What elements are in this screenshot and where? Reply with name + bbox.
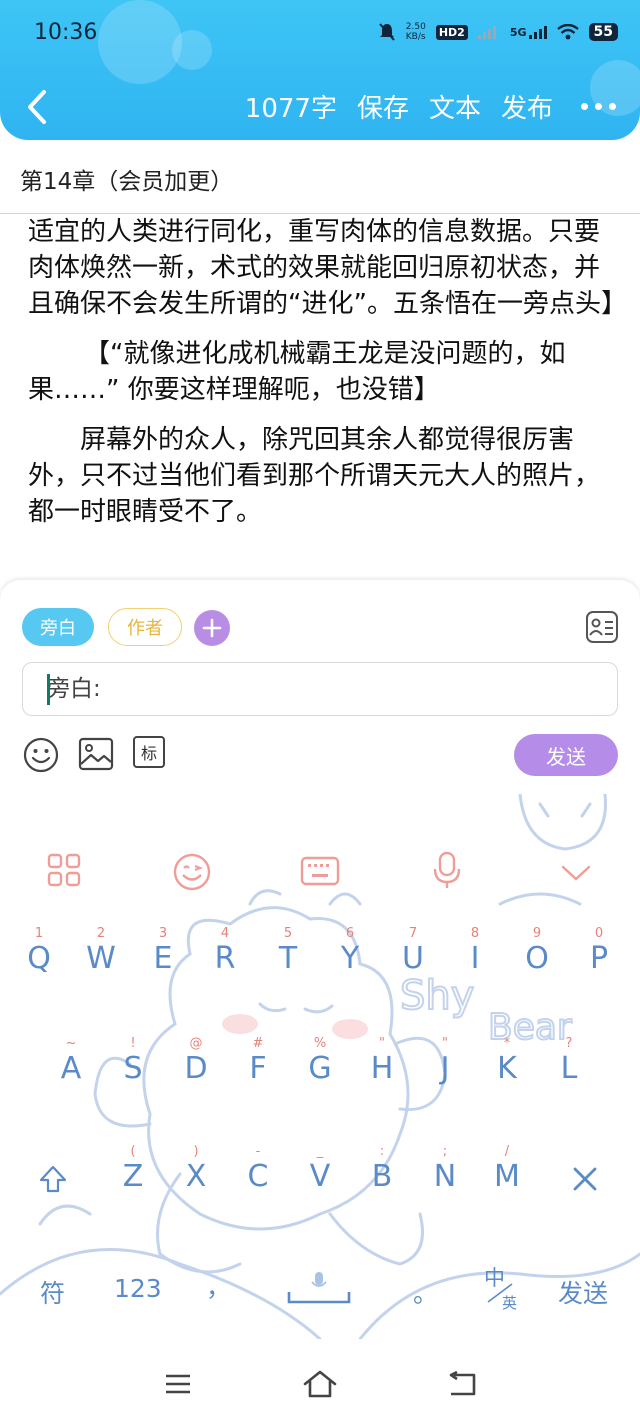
numbers-key[interactable]: 123 [114, 1274, 162, 1303]
system-nav-bar [0, 1339, 640, 1423]
key-v[interactable]: _ V [288, 1144, 352, 1194]
home-icon[interactable] [302, 1369, 338, 1399]
key-x[interactable]: ) X [164, 1144, 228, 1194]
net-speed-value: 2.50 [405, 22, 426, 32]
emoji-keyboard-icon[interactable] [172, 852, 212, 892]
header-actions: 1077字 保存 文本 发布 [245, 88, 616, 125]
key-y[interactable]: 6Y [318, 926, 382, 976]
key-n[interactable]: ; N [413, 1144, 477, 1194]
net-speed-unit: KB/s [405, 32, 426, 42]
add-role-button[interactable] [194, 610, 230, 646]
key-a[interactable]: ~ A [39, 1036, 103, 1086]
collapse-keyboard-icon[interactable] [560, 864, 592, 882]
role-author-chip[interactable]: 作者 [108, 608, 182, 646]
dialogue-editor: 旁白 作者 旁白: 标 发送 [0, 580, 640, 794]
key-s[interactable]: ! S [101, 1036, 165, 1086]
publish-button[interactable]: 发布 [501, 88, 553, 125]
microphone-icon[interactable] [432, 850, 462, 890]
signal-5g-icon [528, 26, 547, 39]
key-k[interactable]: * K [475, 1036, 539, 1086]
role-narrator-chip[interactable]: 旁白 [22, 608, 94, 646]
image-icon[interactable] [78, 736, 114, 772]
wifi-icon [556, 24, 579, 40]
language-switch-key[interactable]: 中 英 [484, 1262, 524, 1312]
key-p[interactable]: 0P [567, 926, 631, 976]
content-paragraph: 【“就像进化成机械霸王龙是没问题的，如果……” 你要这样理解呃，也没错】 [28, 339, 566, 405]
decor-bubble [172, 30, 212, 70]
key-j[interactable]: " J [413, 1036, 477, 1086]
key-w[interactable]: 2W [69, 926, 133, 976]
bg-text-shy: Shy [400, 973, 474, 1019]
backspace-icon[interactable] [572, 1166, 598, 1192]
key-u[interactable]: 7U [381, 926, 445, 976]
key-l[interactable]: ? L [537, 1036, 601, 1086]
keyboard-layout-icon[interactable] [300, 856, 340, 886]
content-paragraph: 屏幕外的众人，除咒回其余人都觉得很厉害外，只不过当他们看到那个所谓天元大人的照片… [28, 425, 601, 527]
key-t[interactable]: 5T [256, 926, 320, 976]
soft-keyboard: Shy Bear 1Q 2W 3E 4R 5T 6Y 7U 8I 9O 0P ~… [0, 794, 640, 1339]
keyboard-send-key[interactable]: 发送 [558, 1274, 608, 1310]
key-b[interactable]: :B [350, 1144, 414, 1194]
key-i[interactable]: 8I [443, 926, 507, 976]
space-key[interactable] [286, 1270, 352, 1306]
dialogue-input[interactable]: 旁白: [22, 662, 618, 716]
shift-icon[interactable] [38, 1164, 68, 1194]
comma-key[interactable]: ， [206, 1268, 231, 1304]
mute-bell-icon [379, 23, 395, 41]
period-key[interactable]: 。 [413, 1274, 438, 1310]
dialogue-input-value: 旁白: [47, 676, 101, 702]
menu-icon[interactable] [164, 1373, 192, 1395]
key-o[interactable]: 9O [505, 926, 569, 976]
key-e[interactable]: 3E [131, 926, 195, 976]
decor-bubble [98, 0, 182, 84]
character-list-icon[interactable] [585, 610, 619, 644]
network-type: 5G [510, 25, 547, 39]
key-d[interactable]: @ D [164, 1036, 228, 1086]
app-header: 10:36 2.50 KB/s HD2 5G 55 1077字 保存 文本 发布 [0, 0, 640, 140]
key-c[interactable]: -C [226, 1144, 290, 1194]
key-m[interactable]: / M [475, 1144, 539, 1194]
net-speed: 2.50 KB/s [406, 22, 426, 42]
text-cursor [47, 674, 50, 705]
emoji-icon[interactable] [22, 736, 60, 774]
chapter-content[interactable]: 适宜的人类进行同化，重写肉体的信息数据。只要肉体焕然一新，术式的效果就能回归原初… [28, 214, 627, 544]
mark-button[interactable]: 标 [133, 736, 165, 768]
key-g[interactable]: % G [288, 1036, 352, 1086]
signal-icon [477, 26, 496, 39]
key-q[interactable]: 1Q [7, 926, 71, 976]
battery-indicator: 55 [588, 23, 618, 41]
grid-apps-icon[interactable] [46, 852, 82, 888]
network-label: 5G [509, 26, 527, 39]
status-time: 10:36 [34, 20, 98, 45]
back-nav-icon[interactable] [446, 1371, 478, 1397]
content-paragraph: 适宜的人类进行同化，重写肉体的信息数据。只要肉体焕然一新，术式的效果就能回归原初… [28, 217, 627, 319]
symbols-key[interactable]: 符 [40, 1274, 65, 1310]
send-button[interactable]: 发送 [514, 734, 618, 776]
more-options-icon[interactable] [581, 103, 616, 110]
key-z[interactable]: (Z [101, 1144, 165, 1194]
key-f[interactable]: # F [226, 1036, 290, 1086]
plus-icon [202, 618, 222, 638]
chapter-title: 第14章（会员加更） [20, 169, 234, 195]
word-count: 1077字 [244, 94, 337, 124]
hd-badge: HD2 [435, 24, 468, 40]
key-r[interactable]: 4R [193, 926, 257, 976]
lang-en-label: 英 [502, 1294, 518, 1312]
save-button[interactable]: 保存 [357, 88, 409, 125]
text-button[interactable]: 文本 [429, 88, 481, 125]
back-icon[interactable] [20, 84, 56, 130]
status-icons: 2.50 KB/s HD2 5G 55 [378, 22, 618, 42]
key-h[interactable]: " H [350, 1036, 414, 1086]
